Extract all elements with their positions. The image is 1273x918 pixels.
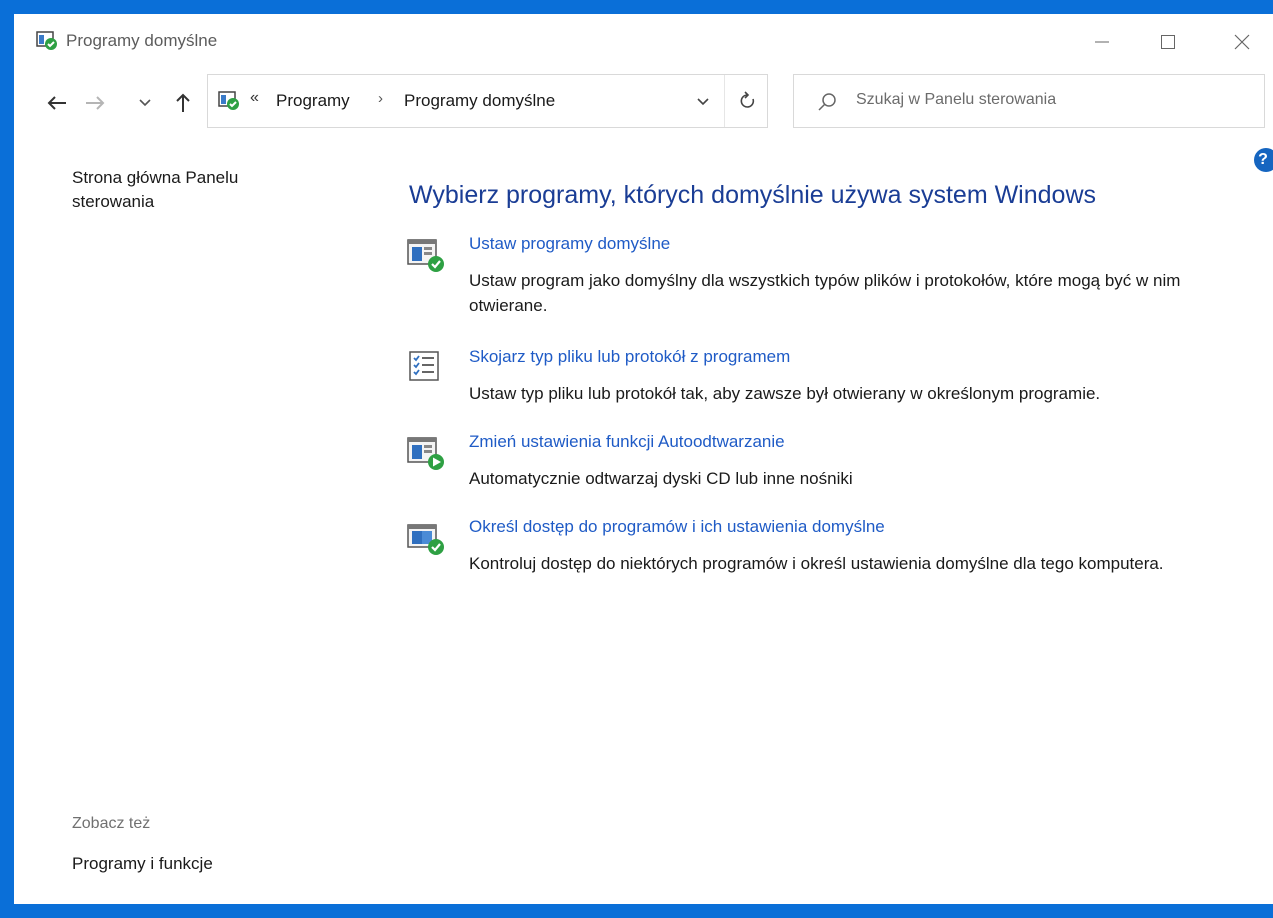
program-access-link[interactable]: Określ dostęp do programów i ich ustawie… — [469, 517, 885, 537]
file-association-description: Ustaw typ pliku lub protokół tak, aby za… — [469, 384, 1101, 403]
autoplay-description: Automatycznie odtwarzaj dyski CD lub inn… — [469, 469, 853, 488]
recent-locations-button[interactable] — [132, 90, 158, 116]
set-default-programs-description: Ustaw program jako domyślny dla wszystki… — [469, 271, 1181, 315]
back-button[interactable] — [44, 90, 70, 116]
set-default-programs-link[interactable]: Ustaw programy domyślne — [469, 234, 670, 254]
see-also-heading: Zobacz też — [72, 815, 151, 832]
page-title: Wybierz programy, których domyślnie używ… — [409, 181, 1096, 209]
search-input[interactable]: Szukaj w Panelu sterowania — [856, 91, 1056, 109]
default-programs-location-icon — [218, 91, 239, 110]
close-icon — [1234, 34, 1250, 50]
maximize-button[interactable] — [1138, 22, 1198, 62]
address-divider — [724, 75, 725, 127]
address-dropdown-icon[interactable] — [694, 95, 712, 109]
search-icon — [818, 93, 836, 111]
program-access-icon — [407, 524, 444, 555]
autoplay-icon — [407, 437, 444, 470]
minimize-button[interactable] — [1072, 22, 1132, 62]
up-button[interactable] — [170, 90, 196, 116]
control-panel-window: Programy domyślne « Programy › Programy … — [14, 14, 1273, 904]
forward-button[interactable] — [82, 90, 108, 116]
file-association-link[interactable]: Skojarz typ pliku lub protokół z program… — [469, 347, 790, 367]
maximize-icon — [1161, 35, 1175, 49]
forward-arrow-icon — [86, 96, 105, 110]
title-bar[interactable]: Programy domyślne — [14, 14, 1273, 70]
close-button[interactable] — [1212, 22, 1272, 62]
control-panel-home-link[interactable]: Strona główna Panelu sterowania — [72, 166, 312, 214]
help-icon[interactable]: ? — [1254, 148, 1273, 172]
chevron-down-icon — [139, 99, 151, 107]
address-bar[interactable]: « Programy › Programy domyślne — [207, 74, 768, 128]
refresh-icon[interactable] — [735, 88, 761, 114]
back-arrow-icon — [47, 96, 66, 110]
breadcrumb-programy-domyslne[interactable]: Programy domyślne — [404, 91, 555, 111]
program-access-description: Kontroluj dostęp do niektórych programów… — [469, 554, 1164, 573]
minimize-icon — [1095, 41, 1109, 43]
breadcrumb-separator[interactable]: › — [378, 90, 383, 107]
default-programs-app-icon — [36, 31, 57, 50]
address-overflow-chevron[interactable]: « — [250, 89, 259, 107]
programs-and-features-link[interactable]: Programy i funkcje — [72, 854, 213, 874]
breadcrumb-programy[interactable]: Programy — [276, 91, 350, 111]
autoplay-link[interactable]: Zmień ustawienia funkcji Autoodtwarzanie — [469, 432, 785, 452]
search-box[interactable]: Szukaj w Panelu sterowania — [793, 74, 1265, 128]
up-arrow-icon — [176, 93, 190, 112]
file-association-icon — [409, 351, 439, 381]
default-programs-icon — [407, 239, 444, 272]
window-title: Programy domyślne — [66, 31, 218, 50]
